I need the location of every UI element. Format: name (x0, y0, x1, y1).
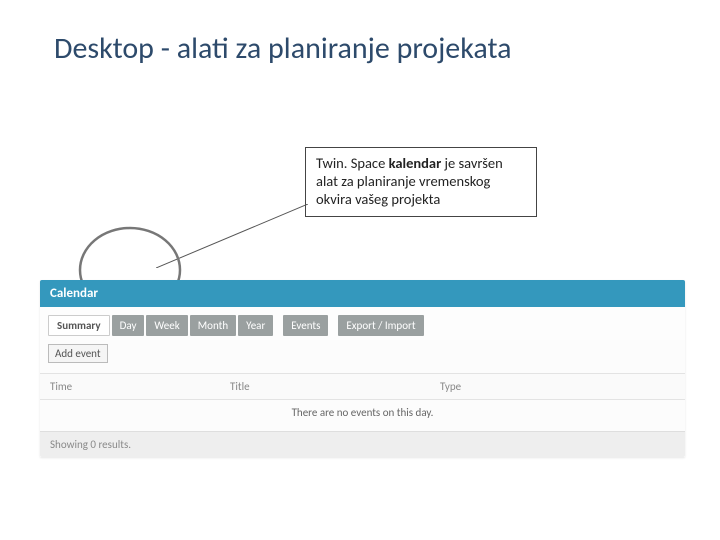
column-type: Type (430, 374, 685, 399)
callout-prefix: Twin. Space (316, 154, 389, 172)
callout-bold: kalendar (389, 154, 445, 172)
tab-day[interactable]: Day (112, 315, 145, 336)
tab-week[interactable]: Week (146, 315, 187, 336)
tab-summary[interactable]: Summary (48, 315, 110, 336)
tab-export-import[interactable]: Export / Import (338, 315, 423, 336)
callout-connector-line (156, 204, 308, 268)
tab-events[interactable]: Events (283, 315, 328, 336)
calendar-footer: Showing 0 results. (40, 431, 685, 457)
calendar-header: Calendar (40, 280, 685, 307)
tab-month[interactable]: Month (190, 315, 236, 336)
title-accent: planiranje projekata (268, 30, 511, 67)
title-prefix: Desktop - alati za (54, 30, 268, 67)
calendar-tabs: Summary Day Week Month Year Events Expor… (40, 307, 685, 340)
callout-text: Twin. Space kalendar je savršen alat za … (305, 147, 537, 217)
tab-year[interactable]: Year (238, 315, 273, 336)
calendar-columns-header: Time Title Type (40, 373, 685, 400)
column-title: Title (220, 374, 430, 399)
slide-title: Desktop - alati za planiranje projekata (54, 30, 512, 67)
add-event-button[interactable]: Add event (48, 344, 108, 363)
calendar-widget: Calendar Summary Day Week Month Year Eve… (40, 280, 685, 457)
column-time: Time (40, 374, 220, 399)
calendar-empty-message: There are no events on this day. (40, 400, 685, 431)
